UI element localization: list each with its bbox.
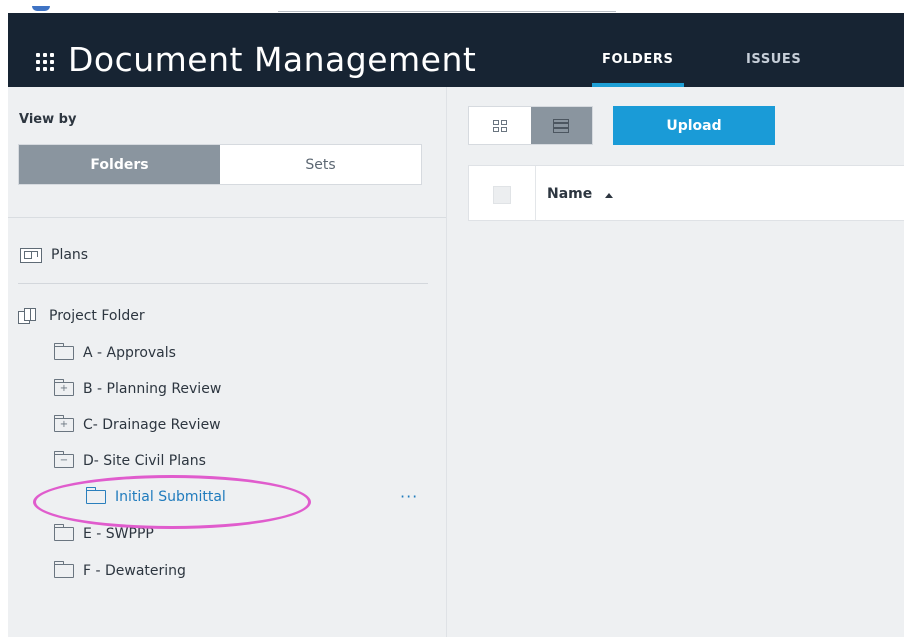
project-folder-icon [18,308,40,324]
folder-item-d-site-civil-plans[interactable]: − D- Site Civil Plans [54,451,206,469]
plans-icon [20,247,42,263]
app-title: Document Management [68,40,477,79]
folder-label: E - SWPPP [83,526,154,542]
grid-view-button[interactable] [469,107,531,144]
divider [18,283,428,284]
folder-icon [86,487,106,504]
view-mode-toggle [468,106,593,145]
folder-label: F - Dewatering [83,563,186,579]
app-header: Document Management FOLDERS ISSUES [8,13,904,87]
folder-item-initial-submittal[interactable]: Initial Submittal [86,487,226,505]
file-table-header: Name [468,165,904,221]
browser-top-strip [8,0,904,13]
document-management-app: Document Management FOLDERS ISSUES View … [8,0,904,637]
grid-view-icon [492,119,507,132]
folder-label: B - Planning Review [83,381,222,397]
folder-icon [54,524,74,541]
folder-expand-icon[interactable]: + [54,415,74,432]
plans-item[interactable]: Plans [20,247,88,263]
more-options-icon[interactable]: ··· [400,489,418,505]
folder-item-b-planning-review[interactable]: + B - Planning Review [54,379,222,397]
select-all-cell [469,166,536,220]
sets-toggle-button[interactable]: Sets [220,145,421,184]
plans-label: Plans [51,247,89,263]
tab-folders[interactable]: FOLDERS [602,52,673,67]
folder-icon [54,561,74,578]
name-column-header[interactable]: Name [547,186,592,202]
project-folder-label: Project Folder [49,308,145,324]
sort-ascending-icon[interactable] [605,193,613,198]
folder-label: C- Drainage Review [83,417,221,433]
folder-label: Initial Submittal [115,489,226,505]
view-by-label: View by [19,112,77,127]
top-divider [278,11,616,12]
top-edge-element [32,6,50,11]
upload-button[interactable]: Upload [613,106,775,145]
folder-item-f-dewatering[interactable]: F - Dewatering [54,561,186,579]
list-view-button[interactable] [530,107,592,144]
apps-grid-icon[interactable] [36,53,54,71]
project-folder-item[interactable]: Project Folder [18,308,145,324]
left-navigation-panel: View by Folders Sets Plans Project Folde… [8,87,447,637]
folder-label: A - Approvals [83,345,176,361]
folder-item-a-approvals[interactable]: A - Approvals [54,343,176,361]
folder-item-e-swppp[interactable]: E - SWPPP [54,524,154,542]
folder-icon [54,343,74,360]
list-view-icon [553,118,570,133]
folder-expand-icon[interactable]: + [54,379,74,396]
view-by-toggle: Folders Sets [18,144,422,185]
tab-issues[interactable]: ISSUES [746,52,801,67]
folder-collapse-icon[interactable]: − [54,451,74,468]
folder-label: D- Site Civil Plans [83,453,206,469]
select-all-checkbox[interactable] [493,186,511,204]
content-panel: Upload Name [447,87,904,637]
folders-toggle-button[interactable]: Folders [19,145,220,184]
divider [8,217,446,218]
folder-item-c-drainage-review[interactable]: + C- Drainage Review [54,415,221,433]
